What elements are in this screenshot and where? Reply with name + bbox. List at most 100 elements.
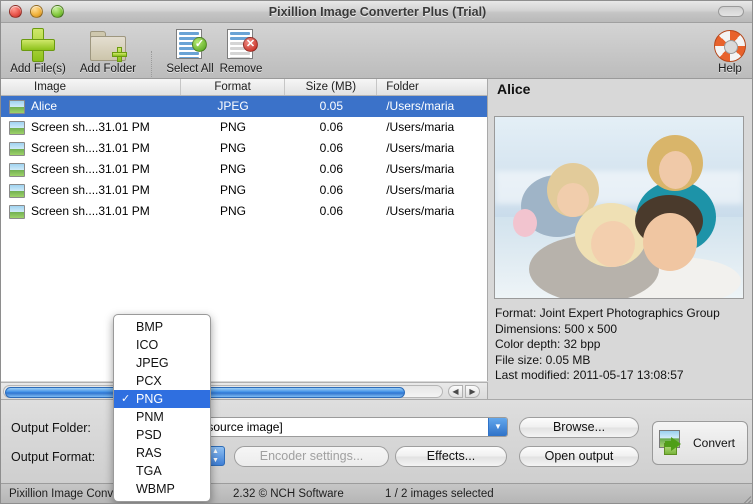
column-header-image[interactable]: Image — [1, 79, 181, 95]
cell-size: 0.06 — [285, 138, 377, 159]
meta-color-depth: Color depth: 32 bpp — [495, 337, 720, 353]
table-row[interactable]: Screen sh....31.01 PM PNG 0.06 /Users/ma… — [1, 138, 487, 159]
preview-panel: Alice Format: Joint Expert Photographics… — [489, 79, 753, 399]
remove-label: Remove — [206, 63, 276, 75]
image-thumbnail-icon — [9, 163, 25, 177]
menu-item-label: PNG — [136, 392, 163, 406]
menu-item-tga[interactable]: TGA — [114, 462, 210, 480]
scrollbar-track[interactable] — [3, 385, 443, 398]
cell-image-label: Screen sh....31.01 PM — [31, 180, 150, 201]
meta-last-modified: Last modified: 2011-05-17 13:08:57 — [495, 368, 720, 384]
menu-item-ras[interactable]: RAS — [114, 444, 210, 462]
column-header-format[interactable]: Format — [181, 79, 286, 95]
convert-label: Convert — [693, 436, 735, 450]
menu-item-label: PNM — [136, 410, 164, 424]
scroll-right-arrow-icon[interactable]: ▶ — [465, 385, 480, 398]
cell-image-label: Alice — [31, 96, 57, 117]
cell-folder: /Users/maria — [377, 201, 487, 222]
encoder-settings-button[interactable]: Encoder settings... — [234, 446, 389, 467]
cell-image-label: Screen sh....31.01 PM — [31, 201, 150, 222]
window-title: Pixillion Image Converter Plus (Trial) — [1, 1, 753, 23]
cell-format: PNG — [181, 159, 286, 180]
open-output-button[interactable]: Open output — [519, 446, 639, 467]
cell-image-label: Screen sh....31.01 PM — [31, 117, 150, 138]
add-folder-label: Add Folder — [73, 63, 143, 75]
cell-folder: /Users/maria — [377, 138, 487, 159]
menu-item-label: PCX — [136, 374, 162, 388]
help-label: Help — [695, 63, 753, 75]
toolbar: Add File(s) Add Folder ✓ Select All — [1, 23, 753, 79]
horizontal-scrollbar[interactable]: ◀ ▶ — [1, 382, 488, 399]
table-row[interactable]: Screen sh....31.01 PM PNG 0.06 /Users/ma… — [1, 180, 487, 201]
cell-image: Screen sh....31.01 PM — [1, 201, 181, 222]
cell-size: 0.06 — [285, 159, 377, 180]
menu-item-pnm[interactable]: PNM — [114, 408, 210, 426]
menu-item-label: TGA — [136, 464, 162, 478]
file-list-header: Image Format Size (MB) Folder — [1, 79, 487, 96]
column-header-size[interactable]: Size (MB) — [285, 79, 377, 95]
meta-format: Format: Joint Expert Photographics Group — [495, 306, 720, 322]
menu-item-ico[interactable]: ICO — [114, 336, 210, 354]
output-folder-label: Output Folder: — [11, 421, 91, 435]
status-app: Pixillion Image Conv — [9, 484, 113, 504]
browse-button[interactable]: Browse... — [519, 417, 639, 438]
cell-image: Screen sh....31.01 PM — [1, 159, 181, 180]
preview-image — [494, 116, 744, 299]
remove-button[interactable]: ✕ Remove — [206, 25, 276, 77]
menu-item-label: RAS — [136, 446, 162, 460]
select-all-icon: ✓ — [176, 29, 204, 61]
add-files-button[interactable]: Add File(s) — [3, 25, 73, 77]
menu-item-jpeg[interactable]: JPEG — [114, 354, 210, 372]
table-row[interactable]: Screen sh....31.01 PM PNG 0.06 /Users/ma… — [1, 159, 487, 180]
cell-image-label: Screen sh....31.01 PM — [31, 159, 150, 180]
remove-icon: ✕ — [227, 29, 255, 61]
menu-item-label: ICO — [136, 338, 158, 352]
menu-item-label: BMP — [136, 320, 163, 334]
menu-item-label: WBMP — [136, 482, 175, 496]
scroll-left-arrow-icon[interactable]: ◀ — [448, 385, 463, 398]
image-thumbnail-icon — [9, 205, 25, 219]
meta-dimensions: Dimensions: 500 x 500 — [495, 322, 720, 338]
toolbar-toggle-button[interactable] — [718, 6, 744, 17]
image-thumbnail-icon — [9, 121, 25, 135]
cell-image: Screen sh....31.01 PM — [1, 180, 181, 201]
cell-folder: /Users/maria — [377, 180, 487, 201]
image-thumbnail-icon — [9, 184, 25, 198]
image-thumbnail-icon — [9, 142, 25, 156]
cell-format: PNG — [181, 138, 286, 159]
plus-icon — [21, 28, 55, 62]
chevron-down-icon[interactable]: ▼ — [488, 418, 507, 436]
file-list[interactable]: Image Format Size (MB) Folder Alice JPEG… — [1, 79, 488, 381]
table-row[interactable]: Alice JPEG 0.05 /Users/maria — [1, 96, 487, 117]
table-row[interactable]: Screen sh....31.01 PM PNG 0.06 /Users/ma… — [1, 117, 487, 138]
menu-item-bmp[interactable]: BMP — [114, 318, 210, 336]
menu-item-label: PSD — [136, 428, 162, 442]
cell-format: PNG — [181, 180, 286, 201]
app-window: Pixillion Image Converter Plus (Trial) A… — [0, 0, 753, 504]
title-bar: Pixillion Image Converter Plus (Trial) — [1, 1, 753, 23]
add-folder-button[interactable]: Add Folder — [73, 25, 143, 77]
resize-grip[interactable] — [737, 489, 751, 503]
status-selection: 1 / 2 images selected — [385, 484, 494, 504]
cell-size: 0.06 — [285, 117, 377, 138]
effects-button[interactable]: Effects... — [395, 446, 507, 467]
menu-item-wbmp[interactable]: WBMP — [114, 480, 210, 498]
column-header-folder[interactable]: Folder — [377, 79, 487, 95]
preview-title: Alice — [497, 81, 530, 97]
table-row[interactable]: Screen sh....31.01 PM PNG 0.06 /Users/ma… — [1, 201, 487, 222]
menu-item-label: JPEG — [136, 356, 169, 370]
menu-item-pcx[interactable]: PCX — [114, 372, 210, 390]
cell-format: JPEG — [181, 96, 286, 117]
check-icon: ✓ — [121, 390, 130, 408]
cell-format: PNG — [181, 117, 286, 138]
cell-format: PNG — [181, 201, 286, 222]
help-button[interactable]: Help — [695, 25, 753, 77]
menu-item-png[interactable]: ✓ PNG — [114, 390, 210, 408]
convert-icon — [659, 430, 689, 456]
cell-folder: /Users/maria — [377, 96, 487, 117]
convert-button[interactable]: Convert — [652, 421, 748, 465]
output-format-dropdown-menu[interactable]: BMP ICO JPEG PCX ✓ PNG PNM PSD RAS TGA WB… — [113, 314, 211, 502]
menu-item-psd[interactable]: PSD — [114, 426, 210, 444]
cell-image-label: Screen sh....31.01 PM — [31, 138, 150, 159]
cell-size: 0.06 — [285, 201, 377, 222]
